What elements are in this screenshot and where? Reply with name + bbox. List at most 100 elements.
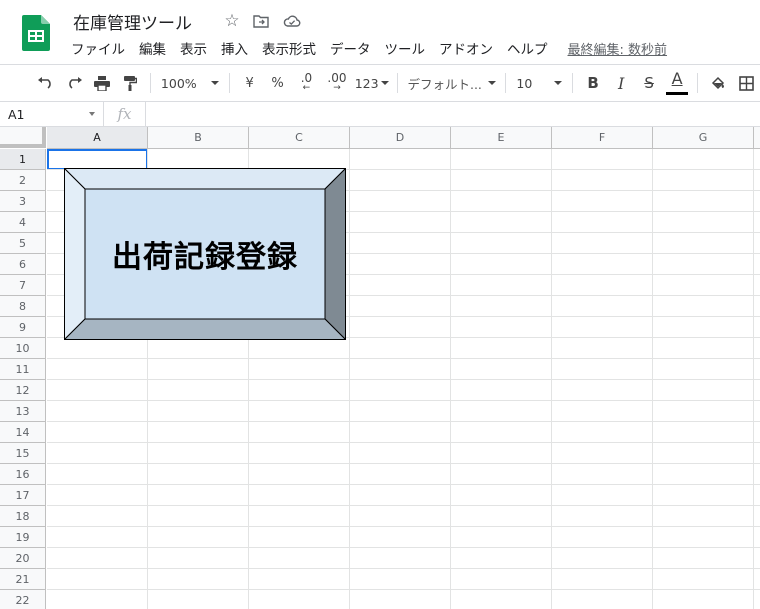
column-header-c[interactable]: C: [249, 127, 350, 149]
zoom-select[interactable]: 100%: [157, 70, 223, 96]
grid-hline: [47, 505, 760, 506]
grid-hline: [47, 400, 760, 401]
font-select[interactable]: デフォルト...: [403, 70, 499, 96]
row-header-4[interactable]: 4: [0, 212, 46, 233]
row-header-14[interactable]: 14: [0, 422, 46, 443]
strikethrough-button[interactable]: S: [637, 70, 661, 96]
text-color-button[interactable]: A: [665, 70, 689, 96]
row-header-22[interactable]: 22: [0, 590, 46, 609]
title-bar: 在庫管理ツール ☆ ファイル 編集 表示 挿入 表示形式 データ ツール アドオ…: [0, 0, 760, 64]
sheets-logo-icon[interactable]: [22, 15, 50, 51]
row-header-20[interactable]: 20: [0, 548, 46, 569]
zoom-value: 100%: [160, 75, 197, 91]
cloud-saved-icon[interactable]: [282, 11, 302, 31]
document-title[interactable]: 在庫管理ツール: [73, 9, 192, 34]
star-icon[interactable]: ☆: [222, 11, 242, 31]
currency-format-button[interactable]: ¥: [238, 70, 262, 96]
row-header-12[interactable]: 12: [0, 380, 46, 401]
bold-button[interactable]: B: [581, 70, 605, 96]
menu-file[interactable]: ファイル: [64, 36, 132, 60]
row-header-8[interactable]: 8: [0, 296, 46, 317]
row-header-11[interactable]: 11: [0, 359, 46, 380]
row-header-21[interactable]: 21: [0, 569, 46, 590]
row-header-16[interactable]: 16: [0, 464, 46, 485]
move-folder-icon[interactable]: [251, 11, 271, 31]
formula-input[interactable]: [146, 102, 760, 126]
grid-hline: [47, 589, 760, 590]
grid-hline: [47, 484, 760, 485]
grid-hline: [47, 526, 760, 527]
menu-view[interactable]: 表示: [173, 36, 214, 60]
row-header-18[interactable]: 18: [0, 506, 46, 527]
row-header-10[interactable]: 10: [0, 338, 46, 359]
menu-format[interactable]: 表示形式: [255, 36, 323, 60]
grid-hline: [47, 358, 760, 359]
borders-icon[interactable]: [734, 70, 758, 96]
menu-insert[interactable]: 挿入: [214, 36, 255, 60]
chevron-down-icon: [380, 81, 389, 85]
column-header-e[interactable]: E: [451, 127, 552, 149]
arrow-right-icon: →: [333, 83, 341, 93]
chevron-down-icon: [487, 81, 496, 85]
increase-decimal-button[interactable]: .00 →: [323, 70, 350, 96]
font-size-value: 10: [516, 75, 533, 91]
column-header-g[interactable]: G: [653, 127, 754, 149]
column-header-b[interactable]: B: [148, 127, 249, 149]
grid-hline: [47, 568, 760, 569]
row-header-2[interactable]: 2: [0, 170, 46, 191]
redo-icon[interactable]: [62, 70, 86, 96]
grid-hline: [47, 463, 760, 464]
row-header-5[interactable]: 5: [0, 233, 46, 254]
row-header-19[interactable]: 19: [0, 527, 46, 548]
font-size-select[interactable]: 10: [512, 70, 566, 96]
italic-button[interactable]: I: [609, 70, 633, 96]
chevron-down-icon: [554, 81, 563, 85]
active-cell-a1[interactable]: [47, 149, 148, 170]
toolbar-divider: [150, 73, 151, 93]
column-header-next[interactable]: [754, 127, 760, 149]
paint-format-icon[interactable]: [118, 70, 142, 96]
grid-hline: [47, 547, 760, 548]
row-header-1[interactable]: 1: [0, 149, 46, 170]
more-formats-label: 123: [354, 75, 379, 91]
text-color-swatch: [666, 92, 689, 95]
chevron-down-icon: [89, 112, 95, 116]
row-header-15[interactable]: 15: [0, 443, 46, 464]
row-header-9[interactable]: 9: [0, 317, 46, 338]
register-shipment-button[interactable]: 出荷記録登録: [64, 168, 346, 340]
column-header-f[interactable]: F: [552, 127, 653, 149]
name-box-value: A1: [8, 106, 25, 122]
undo-icon[interactable]: [34, 70, 58, 96]
print-icon[interactable]: [90, 70, 114, 96]
fx-icon: fx: [104, 102, 146, 126]
name-box[interactable]: A1: [0, 102, 104, 126]
increase-decimal-label: .00: [327, 71, 347, 85]
decrease-decimal-button[interactable]: .0 ←: [294, 70, 320, 96]
row-header-17[interactable]: 17: [0, 485, 46, 506]
menu-edit[interactable]: 編集: [132, 36, 173, 60]
grid-hline: [47, 379, 760, 380]
last-edit-link[interactable]: 最終編集: 数秒前: [561, 37, 675, 60]
percent-format-button[interactable]: %: [266, 70, 290, 96]
decrease-decimal-label: .0: [300, 71, 313, 85]
font-value: デフォルト...: [407, 76, 482, 92]
formula-bar: A1 fx: [0, 102, 760, 127]
row-header-7[interactable]: 7: [0, 275, 46, 296]
row-header-3[interactable]: 3: [0, 191, 46, 212]
toolbar-divider: [697, 73, 699, 93]
row-header-6[interactable]: 6: [0, 254, 46, 275]
menu-data[interactable]: データ: [323, 36, 378, 60]
toolbar: 100% ¥ % .0 ← .00 → 123 デフォルト... 10 B I …: [0, 64, 760, 102]
menu-tools[interactable]: ツール: [378, 36, 433, 60]
row-header-13[interactable]: 13: [0, 401, 46, 422]
menu-help[interactable]: ヘルプ: [500, 36, 555, 60]
arrow-left-icon: ←: [302, 83, 311, 93]
menu-addons[interactable]: アドオン: [432, 36, 500, 60]
toolbar-divider: [572, 73, 574, 93]
toolbar-divider: [505, 73, 507, 93]
column-header-a[interactable]: A: [47, 127, 148, 149]
column-header-d[interactable]: D: [350, 127, 451, 149]
more-formats-select[interactable]: 123: [353, 70, 391, 96]
select-all-corner[interactable]: [0, 127, 46, 148]
fill-color-icon[interactable]: [706, 70, 730, 96]
